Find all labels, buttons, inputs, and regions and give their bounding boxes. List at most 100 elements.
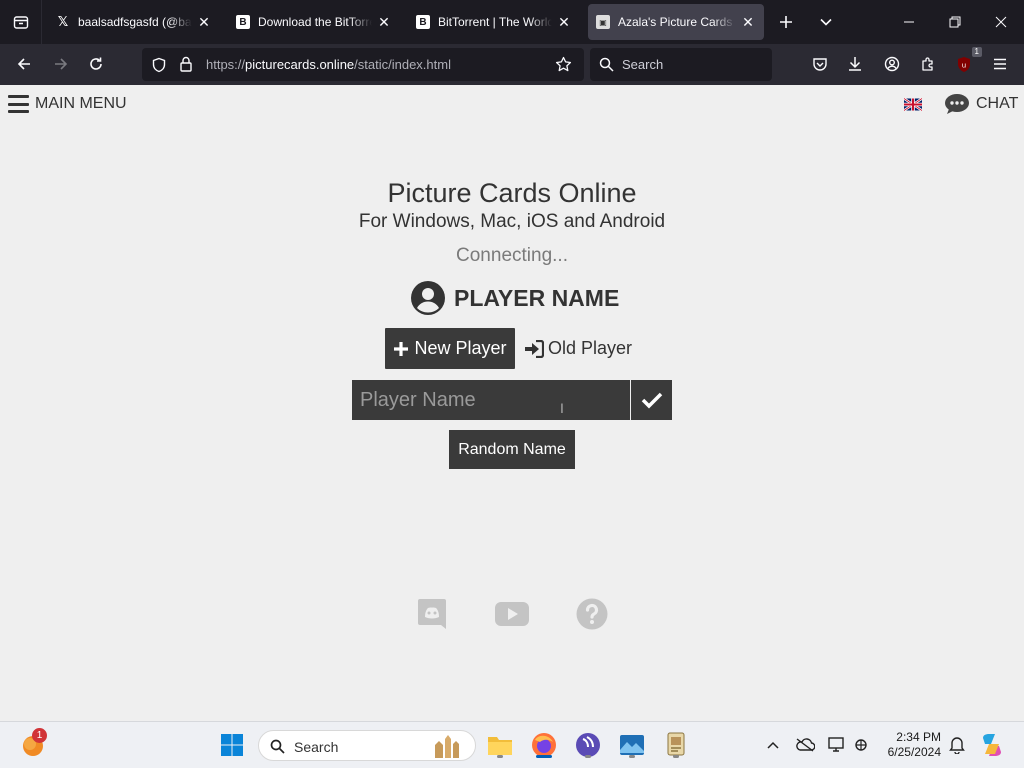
plus-icon — [394, 341, 409, 356]
tab-picture-cards[interactable]: ▣ Azala's Picture Cards O ✕ — [588, 4, 764, 40]
new-player-button[interactable]: New Player — [385, 328, 515, 369]
tab-twitter[interactable]: 𝕏 baalsadfsgasfd (@baal ✕ — [48, 4, 220, 40]
windows-taskbar: 1 Search 2:34 PM 6/25/2024 — [0, 721, 1024, 768]
taskbar-search[interactable]: Search — [258, 730, 476, 761]
account-button[interactable] — [877, 50, 907, 78]
clock-date: 6/25/2024 — [887, 745, 941, 759]
back-button[interactable] — [9, 50, 39, 78]
tab-title: Azala's Picture Cards O — [618, 15, 736, 29]
search-highlight-icon — [435, 735, 459, 758]
close-icon — [995, 16, 1007, 28]
photos-button[interactable] — [617, 730, 647, 760]
reload-button[interactable] — [81, 50, 111, 78]
svg-text:u: u — [962, 61, 966, 69]
close-icon[interactable]: ✕ — [556, 14, 572, 31]
user-circle-icon — [411, 281, 445, 315]
firefox-button[interactable] — [529, 730, 559, 760]
restore-button[interactable] — [932, 0, 978, 44]
search-bar[interactable]: Search — [590, 48, 772, 81]
list-all-tabs-button[interactable] — [812, 8, 840, 36]
notifications-button[interactable] — [942, 730, 972, 760]
extensions-button[interactable] — [913, 50, 943, 78]
player-name-heading: PLAYER NAME — [410, 280, 619, 316]
arrow-left-icon — [17, 58, 30, 70]
tab-list-button[interactable] — [0, 0, 42, 44]
new-tab-button[interactable] — [772, 8, 800, 36]
running-indicator — [497, 755, 503, 758]
page-content: MAIN MENU CHAT Picture Cards Online For … — [0, 85, 1024, 721]
url-text[interactable]: https://picturecards.online/static/index… — [206, 57, 451, 72]
random-name-label: Random Name — [458, 440, 566, 458]
monitor-icon — [828, 737, 844, 752]
random-name-button[interactable]: Random Name — [449, 430, 575, 469]
onedrive-button[interactable] — [790, 730, 820, 760]
old-player-button[interactable]: Old Player — [524, 328, 632, 369]
chat-bubble-icon — [945, 94, 969, 114]
clock-time: 2:34 PM — [896, 730, 941, 744]
lock-icon[interactable] — [179, 56, 193, 72]
tab-title: BitTorrent | The World's — [438, 15, 552, 29]
plus-icon — [780, 16, 792, 28]
bittorrent-app-button[interactable] — [573, 730, 603, 760]
running-indicator — [585, 755, 591, 758]
close-icon[interactable]: ✕ — [196, 14, 212, 31]
discord-link[interactable] — [415, 597, 449, 631]
chat-button[interactable]: CHAT — [944, 93, 1018, 115]
picture-cards-app-button[interactable] — [661, 730, 691, 760]
url-prefix: https:// — [206, 57, 246, 72]
weather-widget[interactable]: 1 — [18, 728, 48, 760]
page-title: Picture Cards Online — [387, 178, 637, 208]
close-icon[interactable]: ✕ — [740, 14, 756, 31]
start-button[interactable] — [217, 730, 247, 760]
system-clock[interactable]: 2:34 PM 6/25/2024 — [880, 730, 941, 760]
tab-title: baalsadfsgasfd (@baal — [78, 15, 192, 29]
discord-icon — [418, 599, 446, 629]
app-menu-button[interactable] — [985, 50, 1015, 78]
search-icon — [599, 57, 614, 72]
new-player-label: New Player — [414, 338, 507, 358]
close-icon[interactable]: ✕ — [376, 14, 392, 31]
tab-bittorrent-download[interactable]: B Download the BitTorrent ✕ — [228, 4, 400, 40]
bookmark-star-icon[interactable] — [555, 56, 572, 73]
network-button[interactable] — [846, 730, 876, 760]
pocket-icon — [813, 58, 827, 71]
close-window-button[interactable] — [978, 0, 1024, 44]
taskbar-search-placeholder: Search — [294, 739, 339, 755]
player-name-input[interactable] — [352, 380, 630, 420]
help-icon — [576, 598, 608, 630]
minimize-button[interactable] — [886, 0, 932, 44]
chat-label: CHAT — [976, 95, 1019, 112]
x-logo-icon: 𝕏 — [57, 14, 69, 29]
main-menu-button[interactable]: MAIN MENU — [8, 95, 127, 113]
folder-icon — [488, 737, 512, 755]
forward-button[interactable] — [46, 50, 76, 78]
photos-icon — [620, 735, 644, 755]
search-placeholder: Search — [622, 57, 664, 72]
youtube-link[interactable] — [495, 597, 529, 631]
url-path: /static/index.html — [354, 57, 451, 72]
bittorrent-icon: B — [416, 15, 430, 29]
ublock-button[interactable]: u 1 — [949, 47, 982, 78]
network-icon — [855, 739, 867, 751]
copilot-button[interactable] — [977, 730, 1007, 760]
notification-badge: 1 — [32, 728, 47, 743]
uk-flag-icon[interactable] — [904, 98, 922, 111]
check-icon — [641, 392, 662, 409]
minimize-icon — [904, 21, 914, 23]
address-bar[interactable]: https://picturecards.online/static/index… — [142, 48, 584, 81]
extension-badge: 1 — [971, 47, 982, 57]
pocket-button[interactable] — [805, 50, 835, 78]
browser-nav-bar: https://picturecards.online/static/index… — [0, 44, 1024, 85]
downloads-button[interactable] — [840, 50, 870, 78]
show-hidden-icons-button[interactable] — [758, 730, 788, 760]
reload-icon — [90, 57, 102, 70]
file-explorer-button[interactable] — [485, 730, 515, 760]
help-link[interactable] — [575, 597, 609, 631]
shield-icon[interactable] — [151, 57, 167, 73]
tab-bittorrent-home[interactable]: B BitTorrent | The World's ✕ — [408, 4, 580, 40]
cloud-off-icon — [796, 738, 815, 752]
confirm-name-button[interactable] — [631, 380, 672, 420]
youtube-icon — [495, 602, 529, 626]
hamburger-icon — [8, 95, 29, 113]
url-host: picturecards.online — [245, 57, 355, 72]
